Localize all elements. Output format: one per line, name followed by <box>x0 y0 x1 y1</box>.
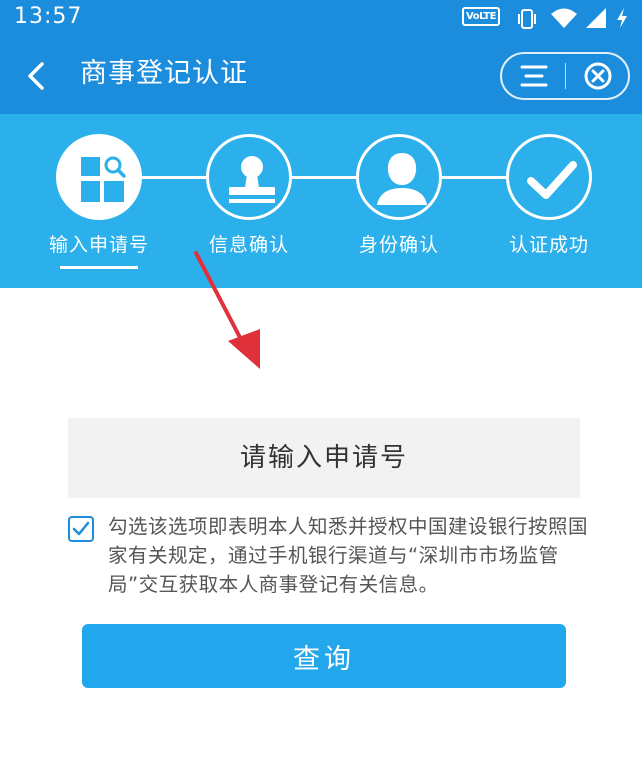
charging-icon <box>617 8 627 28</box>
status-time: 13:57 <box>14 4 83 29</box>
vibrate-icon <box>518 9 536 29</box>
step-identity-confirm <box>356 134 442 220</box>
menu-icon[interactable] <box>506 58 562 94</box>
step-label: 输入申请号 <box>48 234 149 256</box>
step-connector <box>290 176 360 179</box>
active-step-underline <box>60 266 138 269</box>
checkmark-icon <box>72 521 90 536</box>
page-title: 商事登记认证 <box>80 58 248 89</box>
step-connector <box>140 176 210 179</box>
step-info-confirm <box>206 134 292 220</box>
close-circle-icon[interactable] <box>570 58 626 94</box>
agree-checkbox[interactable] <box>68 516 94 542</box>
step-label: 认证成功 <box>508 234 589 256</box>
checkmark-icon <box>527 161 577 199</box>
step-input-application <box>56 134 142 220</box>
agree-statement: 勾选该选项即表明本人知悉并授权中国建设银行按照国家有关规定，通过手机银行渠道与“… <box>108 515 589 596</box>
step-auth-success <box>506 134 592 220</box>
app-header: 13:57 VoLTE 商事登记认证 <box>0 0 642 114</box>
capsule-divider <box>565 63 566 89</box>
application-number-input[interactable] <box>68 418 580 498</box>
chevron-left-icon[interactable] <box>18 56 58 96</box>
annotation-arrow <box>194 251 260 369</box>
status-icons: VoLTE <box>454 4 634 32</box>
network-badge: VoLTE <box>462 7 500 26</box>
mini-program-capsule <box>500 52 630 100</box>
signal-icon <box>586 8 606 28</box>
stamp-icon <box>229 156 275 203</box>
step-circle <box>56 134 142 220</box>
wifi-icon <box>551 8 577 28</box>
step-circle <box>206 134 292 220</box>
step-circle <box>356 134 442 220</box>
step-label: 身份确认 <box>358 234 439 256</box>
person-icon <box>377 153 427 205</box>
step-connector <box>440 176 510 179</box>
progress-steps: 输入申请号 信息确认 身份确认 认证成功 <box>0 114 642 288</box>
step-circle <box>506 134 592 220</box>
query-button[interactable]: 查询 <box>82 624 566 688</box>
search-grid-icon <box>81 156 126 202</box>
